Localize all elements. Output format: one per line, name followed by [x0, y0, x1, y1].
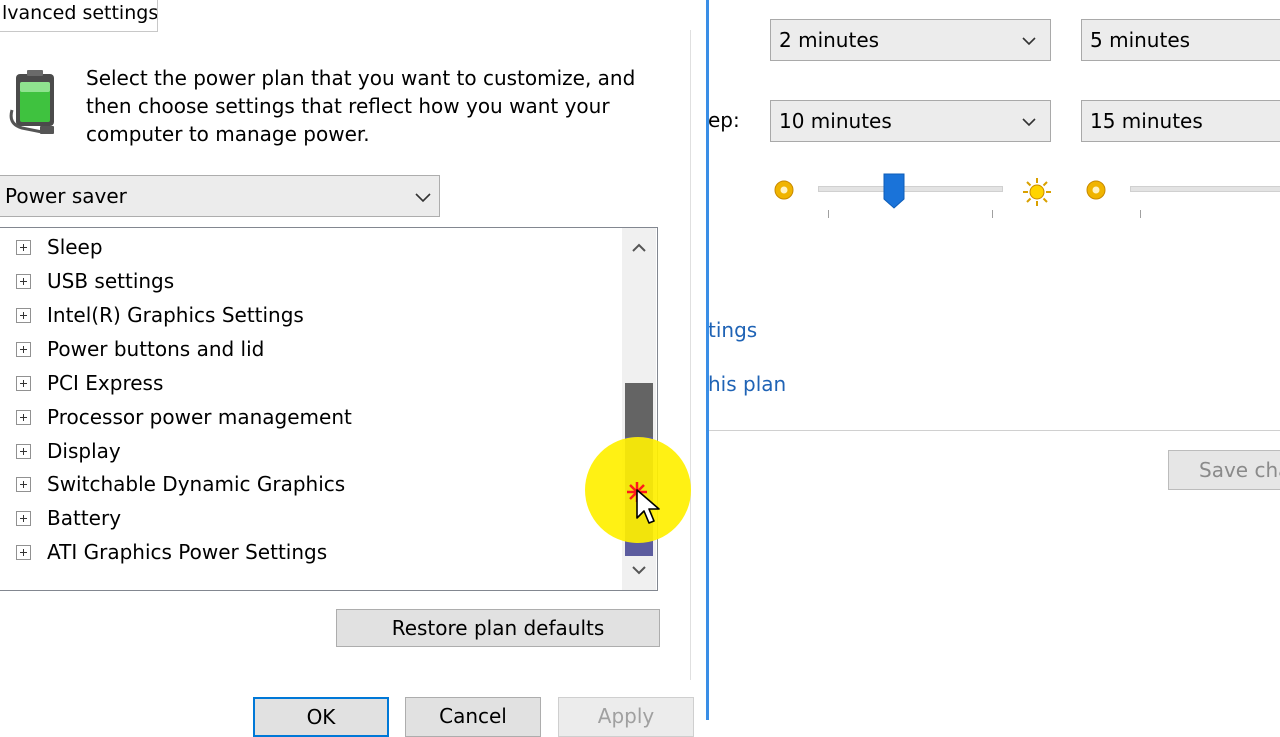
expand-plus-icon[interactable]: [16, 477, 31, 492]
power-plan-select[interactable]: Power saver: [0, 175, 440, 217]
expand-plus-icon[interactable]: [16, 308, 31, 323]
tree-item-intel-graphics[interactable]: Intel(R) Graphics Settings: [0, 299, 619, 331]
slider-tick: [828, 210, 829, 218]
scroll-down-arrow-icon[interactable]: [622, 554, 656, 588]
change-advanced-settings-link[interactable]: tings: [708, 318, 757, 342]
sleep-row-label: ep:: [708, 108, 740, 132]
tree-item-switchable-graphics[interactable]: Switchable Dynamic Graphics: [0, 468, 619, 500]
brightness-low-icon: [1086, 180, 1106, 200]
save-changes-button[interactable]: Save cha: [1168, 450, 1280, 490]
tab-advanced-settings[interactable]: lvanced settings: [0, 0, 158, 32]
tree-item-label: Display: [47, 439, 121, 463]
tree-item-power-buttons[interactable]: Power buttons and lid: [0, 333, 619, 365]
dropdown-value: 15 minutes: [1090, 109, 1203, 133]
dropdown-value: 5 minutes: [1090, 28, 1191, 52]
tree-item-display[interactable]: Display: [0, 435, 619, 467]
sleep-plugged-dropdown[interactable]: 15 minutes: [1081, 100, 1280, 142]
ok-button[interactable]: OK: [253, 697, 389, 737]
expand-plus-icon[interactable]: [16, 274, 31, 289]
chevron-down-icon: [1022, 118, 1036, 127]
turn-off-display-plugged-dropdown[interactable]: 5 minutes: [1081, 19, 1280, 61]
tree-item-label: Intel(R) Graphics Settings: [47, 303, 304, 327]
tree-item-label: Power buttons and lid: [47, 337, 265, 361]
settings-tree: Sleep USB settings Intel(R) Graphics Set…: [0, 227, 658, 591]
brightness-plugged-slider-track[interactable]: [1130, 186, 1280, 192]
expand-plus-icon[interactable]: [16, 342, 31, 357]
dropdown-value: 10 minutes: [779, 109, 892, 133]
tree-item-pci-express[interactable]: PCI Express: [0, 367, 619, 399]
expand-plus-icon[interactable]: [16, 410, 31, 425]
delete-plan-link[interactable]: his plan: [708, 372, 786, 396]
expand-plus-icon[interactable]: [16, 444, 31, 459]
slider-tick: [992, 210, 993, 218]
tree-item-label: Processor power management: [47, 405, 352, 429]
expand-plus-icon[interactable]: [16, 511, 31, 526]
tree-item-processor-power[interactable]: Processor power management: [0, 401, 619, 433]
tree-item-label: USB settings: [47, 269, 175, 293]
sleep-battery-dropdown[interactable]: 10 minutes: [770, 100, 1051, 142]
battery-power-icon: [9, 70, 54, 134]
power-plan-settings-window: 2 minutes 5 minutes ep: 10 minutes 15 mi…: [708, 0, 1280, 720]
chevron-down-icon: [1022, 37, 1036, 46]
brightness-battery-slider-thumb[interactable]: [883, 173, 905, 209]
tree-item-usb-settings[interactable]: USB settings: [0, 265, 619, 297]
expand-plus-icon[interactable]: [16, 376, 31, 391]
expand-plus-icon[interactable]: [16, 545, 31, 560]
intro-text: Select the power plan that you want to c…: [86, 66, 636, 146]
slider-tick: [1140, 210, 1141, 218]
expand-plus-icon[interactable]: [16, 240, 31, 255]
tree-item-label: Switchable Dynamic Graphics: [47, 472, 346, 496]
tree-item-battery[interactable]: Battery: [0, 502, 619, 534]
brightness-battery-slider-track[interactable]: [818, 186, 1003, 192]
dropdown-value: 2 minutes: [779, 28, 880, 52]
apply-button[interactable]: Apply: [558, 697, 694, 737]
divider: [708, 430, 1280, 431]
tree-item-label: Sleep: [47, 235, 103, 259]
tree-item-ati-graphics[interactable]: ATI Graphics Power Settings: [0, 536, 619, 568]
brightness-low-icon: [774, 180, 794, 200]
chevron-down-icon: [415, 193, 431, 203]
cancel-button[interactable]: Cancel: [405, 697, 541, 737]
tree-item-sleep[interactable]: Sleep: [0, 231, 619, 263]
scrollbar-thumb-top: [625, 383, 653, 437]
dialog-border: [706, 0, 709, 720]
scroll-up-arrow-icon[interactable]: [622, 230, 656, 264]
turn-off-display-battery-dropdown[interactable]: 2 minutes: [770, 19, 1051, 61]
tree-item-label: Battery: [47, 506, 122, 530]
restore-plan-defaults-button[interactable]: Restore plan defaults: [336, 609, 660, 647]
tree-item-label: PCI Express: [47, 371, 164, 395]
brightness-high-icon: [1023, 178, 1051, 206]
power-options-dialog: lvanced settings Select the power plan t…: [0, 0, 708, 737]
panel-border: [690, 30, 691, 680]
tree-item-label: ATI Graphics Power Settings: [47, 540, 328, 564]
mouse-pointer-icon: [636, 489, 660, 524]
plan-select-value: Power saver: [5, 184, 127, 208]
